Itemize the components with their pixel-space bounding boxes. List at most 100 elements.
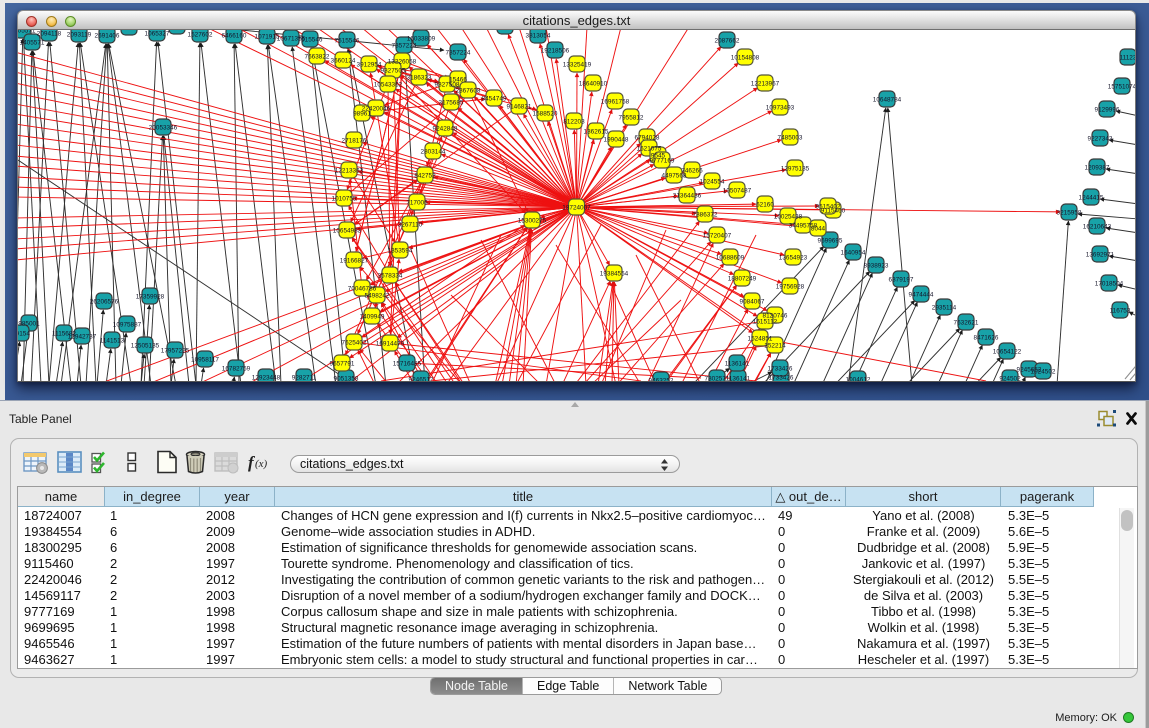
svg-text:18807249: 18807249 [728,275,757,282]
svg-text:13654923: 13654923 [779,254,808,261]
svg-text:15716485: 15716485 [393,360,422,367]
svg-text:1362615: 1362615 [584,128,609,135]
svg-text:6466160: 6466160 [222,32,247,39]
svg-text:1990448: 1990448 [604,136,629,143]
svg-text:7386372: 7386372 [693,211,718,218]
svg-text:6794028: 6794028 [635,134,660,141]
svg-text:9515402: 9515402 [816,203,841,210]
svg-text:9227343: 9227343 [1088,135,1113,142]
svg-text:12975135: 12975135 [781,165,810,172]
svg-text:252214: 252214 [764,342,786,349]
svg-text:8454749: 8454749 [482,95,507,102]
svg-text:20053346: 20053346 [149,124,178,131]
svg-text:2367608: 2367608 [456,87,481,94]
svg-text:1621075: 1621075 [637,145,662,152]
svg-text:3267110: 3267110 [398,221,423,228]
svg-text:2093119: 2093119 [67,31,92,38]
svg-text:2087662: 2087662 [715,37,740,44]
svg-text:1024554: 1024554 [700,178,725,185]
svg-text:9657791: 9657791 [330,360,355,367]
svg-text:70046786: 70046786 [348,285,377,292]
svg-text:10507487: 10507487 [723,187,752,194]
svg-text:99154: 99154 [18,330,30,337]
svg-text:9463252: 9463252 [649,377,674,382]
svg-text:9699695: 9699695 [818,237,843,244]
svg-text:9327505: 9327505 [381,67,406,74]
svg-text:7625402: 7625402 [342,339,367,346]
svg-text:15720407: 15720407 [703,232,732,239]
svg-text:12213967: 12213967 [751,80,780,87]
svg-text:2718176: 2718176 [342,137,367,144]
svg-text:13692971: 13692971 [1086,251,1115,258]
svg-text:3660124: 3660124 [331,57,356,64]
svg-text:8044: 8044 [811,225,826,232]
svg-text:1065327: 1065327 [145,30,170,37]
svg-text:7515546: 7515546 [335,37,360,44]
svg-text:10543362: 10543362 [374,81,403,88]
svg-text:10648784: 10648784 [873,96,902,103]
svg-text:16782759: 16782759 [222,365,251,372]
svg-text:1733426: 1733426 [769,374,794,381]
svg-text:10654122: 10654122 [993,348,1022,355]
svg-text:116753: 116753 [1110,307,1131,314]
svg-text:16961758: 16961758 [601,98,630,105]
svg-text:1524851: 1524851 [748,335,773,342]
svg-text:3186323: 3186323 [407,74,432,81]
svg-text:5498242: 5498242 [365,292,390,299]
svg-text:9242848: 9242848 [433,125,458,132]
svg-text:7955812: 7955812 [619,114,644,121]
svg-text:17359928: 17359928 [136,293,165,300]
svg-text:1615112: 1615112 [753,318,778,325]
svg-text:1209387: 1209387 [1085,164,1110,171]
svg-text:985001: 985001 [18,320,40,327]
svg-text:15466: 15466 [449,76,467,83]
svg-text:10975887: 10975887 [113,321,142,328]
svg-text:9777169: 9777169 [650,157,675,164]
svg-text:842752: 842752 [414,172,436,179]
svg-text:1010755: 1010755 [332,195,357,202]
svg-text:1244415: 1244415 [1079,194,1104,201]
svg-text:10025438: 10025438 [774,213,803,220]
svg-text:3215958: 3215958 [1057,209,1082,216]
svg-text:12505135: 12505135 [131,342,160,349]
svg-text:7485003: 7485003 [778,134,803,141]
svg-text:26206576: 26206576 [90,298,119,305]
svg-text:62160: 62160 [756,201,774,208]
svg-text:1733426: 1733426 [768,365,793,372]
svg-text:13325419: 13325419 [563,61,592,68]
svg-text:9474444: 9474444 [909,291,934,298]
svg-text:8471626: 8471626 [974,334,999,341]
svg-text:12942737: 12942737 [68,333,97,340]
svg-text:8938923: 8938923 [864,262,889,269]
svg-text:1353594: 1353594 [388,247,413,254]
svg-text:2803144: 2803144 [421,148,446,155]
svg-text:18724007: 18724007 [562,204,591,211]
svg-text:19756928: 19756928 [776,283,805,290]
svg-text:3578334: 3578334 [378,272,403,279]
svg-text:1063301: 1063301 [117,30,142,31]
svg-text:1409949: 1409949 [360,313,385,320]
svg-text:1405571: 1405571 [18,30,36,34]
svg-text:9129996: 9129996 [1095,106,1120,113]
svg-text:11123: 11123 [1120,54,1136,61]
svg-text:17018504: 17018504 [1095,280,1124,287]
svg-text:1004612: 1004612 [846,376,871,382]
svg-text:15751074: 15751074 [1108,83,1136,90]
svg-text:13226058: 13226058 [388,58,417,65]
svg-text:10688609: 10688609 [716,254,745,261]
svg-text:9051358: 9051358 [334,375,359,382]
svg-text:4497568: 4497568 [662,172,687,179]
svg-text:924502: 924502 [999,375,1021,382]
svg-text:18640910: 18640910 [579,80,608,87]
svg-text:3912954: 3912954 [357,61,382,68]
svg-text:15300275: 15300275 [518,217,547,224]
svg-text:10958117: 10958117 [191,356,219,363]
svg-text:16914479: 16914479 [376,340,405,347]
svg-text:717006: 717006 [406,199,428,206]
svg-text:9282711: 9282711 [292,374,317,381]
svg-text:10654983: 10654983 [333,227,362,234]
svg-text:16210643: 16210643 [1083,223,1112,230]
svg-text:1405571: 1405571 [20,39,45,46]
svg-text:2094118: 2094118 [37,30,62,37]
svg-text:2691406: 2691406 [95,32,120,39]
